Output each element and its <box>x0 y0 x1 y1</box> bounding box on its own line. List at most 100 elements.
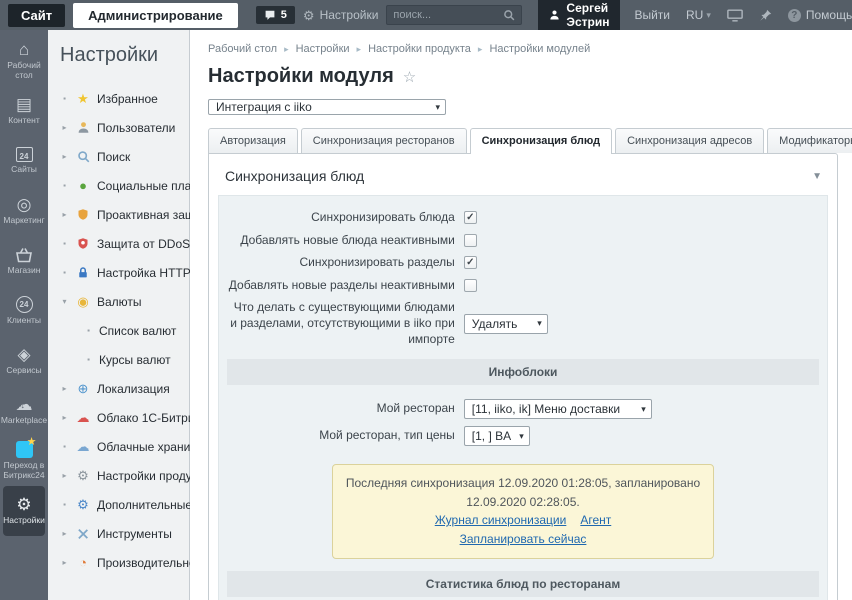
sidebar-item-ddos-protection[interactable]: ▪ Защита от DDoS <box>60 229 185 258</box>
missing-items-action-select[interactable]: Удалять ▾ <box>464 314 548 334</box>
target-icon: ◎ <box>17 196 32 213</box>
new-dishes-inactive-checkbox[interactable] <box>464 234 477 247</box>
rail-item-label: Сервисы <box>6 366 41 376</box>
tab-authorization[interactable]: Авторизация <box>208 128 298 153</box>
help-icon: ? <box>788 9 801 22</box>
shield-red-icon <box>75 237 91 250</box>
price-type-select[interactable]: [1, ] BASE ▾ <box>464 426 530 446</box>
sidebar-item-favorites[interactable]: ▪ ★ Избранное <box>60 84 185 113</box>
field-label: Что делать с существующими блюдами и раз… <box>227 300 464 347</box>
rail-item-desktop[interactable]: ⌂ Рабочий стол <box>0 36 48 86</box>
sidebar-item-label: Курсы валют <box>99 353 171 367</box>
breadcrumb-link[interactable]: Настройки модулей <box>489 43 590 55</box>
search-input[interactable] <box>393 9 503 21</box>
page-title: Настройки модуля <box>208 65 394 88</box>
hotkeys-icon[interactable] <box>727 9 743 22</box>
site-tab[interactable]: Сайт <box>8 4 65 27</box>
star-icon: ★ <box>75 92 91 105</box>
admin-tab[interactable]: Администрирование <box>73 3 238 28</box>
tab-modifiers[interactable]: Модификаторы <box>767 128 852 153</box>
bullet-marker: ▪ <box>60 94 69 103</box>
pin-panel-icon[interactable] <box>759 9 772 22</box>
rail-item-shop[interactable]: Магазин <box>0 236 48 286</box>
module-select[interactable]: Интеграция с iiko ▾ <box>208 99 446 115</box>
rail-item-sites[interactable]: 24 Сайты <box>0 136 48 186</box>
agent-link[interactable]: Агент <box>580 511 611 530</box>
collapse-chevron-icon[interactable]: ▼ <box>812 171 822 182</box>
sidebar-item-label: Список валют <box>99 324 176 338</box>
calendar-24-icon: 24 <box>16 147 33 162</box>
rail-item-bitrix24[interactable]: ★ Переход в Битрикс24 <box>0 436 48 486</box>
sidebar-item-search[interactable]: ▸ Поиск <box>60 142 185 171</box>
rail-item-services[interactable]: ◈ Сервисы <box>0 336 48 386</box>
user-menu[interactable]: Сергей Эстрин <box>538 0 620 33</box>
language-selector[interactable]: RU ▾ <box>686 8 711 22</box>
breadcrumb-link[interactable]: Настройки продукта <box>368 43 471 55</box>
select-value: Удалять <box>472 317 529 331</box>
chevron-right-icon: ▸ <box>357 44 362 55</box>
field-label: Добавлять новые блюда неактивными <box>227 233 464 249</box>
module-select-value: Интеграция с iiko <box>216 100 427 114</box>
sidebar-item-localization[interactable]: ▸ ⊕ Локализация <box>60 374 185 403</box>
rail-item-label: Marketplace <box>1 416 47 426</box>
bitrix24-icon: ★ <box>16 441 33 458</box>
sidebar-item-currency-list[interactable]: ▪ Список валют <box>60 316 185 345</box>
sync-dishes-checkbox[interactable] <box>464 211 477 224</box>
rail-item-content[interactable]: ▤ Контент <box>0 86 48 136</box>
gauge-icon: ◔ <box>75 556 91 569</box>
notifications-badge[interactable]: 5 <box>256 6 295 24</box>
sidebar-item-cloud-storage[interactable]: ▪ ☁ Облачные хранилища <box>60 432 185 461</box>
restaurant-select[interactable]: [11, iiko, ik] Меню доставки ▾ <box>464 399 652 419</box>
topbar: Сайт Администрирование 5 ⚙ Настройки Сер… <box>0 0 852 30</box>
sidebar-item-tools[interactable]: ▸ Инструменты <box>60 519 185 548</box>
logout-link[interactable]: Выйти <box>634 8 670 22</box>
circle-24-icon: 24 <box>16 296 33 313</box>
sidebar-item-performance[interactable]: ▸ ◔ Производительность <box>60 548 185 577</box>
tab-bar: Авторизация Синхронизация ресторанов Син… <box>208 128 838 153</box>
user-icon <box>75 121 91 134</box>
topbar-settings-link[interactable]: ⚙ Настройки <box>303 8 379 22</box>
bullet-marker: ▪ <box>60 442 69 451</box>
breadcrumb-link[interactable]: Рабочий стол <box>208 43 277 55</box>
sync-journal-link[interactable]: Журнал синхронизации <box>435 511 567 530</box>
expand-marker: ▸ <box>60 384 69 393</box>
rail-item-label: Рабочий стол <box>1 61 47 81</box>
tab-address-sync[interactable]: Синхронизация адресов <box>615 128 764 153</box>
sidebar-item-currency-rates[interactable]: ▪ Курсы валют <box>60 345 185 374</box>
rail-item-label: Контент <box>8 116 40 126</box>
sidebar-item-social-plugins[interactable]: ▪ ● Социальные плагины <box>60 171 185 200</box>
rail-item-marketing[interactable]: ◎ Маркетинг <box>0 186 48 236</box>
topbar-settings-label: Настройки <box>320 8 379 22</box>
sidebar-item-proactive-protection[interactable]: ▸ Проактивная защита <box>60 200 185 229</box>
language-value: RU <box>686 8 703 22</box>
schedule-now-link[interactable]: Запланировать сейчас <box>460 530 587 549</box>
rail-item-settings[interactable]: ⚙ Настройки <box>3 486 45 536</box>
form-row: Синхронизировать разделы <box>227 255 819 271</box>
rail-item-clients[interactable]: 24 Клиенты <box>0 286 48 336</box>
sidebar-item-users[interactable]: ▸ Пользователи <box>60 113 185 142</box>
search-icon[interactable] <box>503 9 515 21</box>
tab-restaurant-sync[interactable]: Синхронизация ресторанов <box>301 128 467 153</box>
rail-item-label: Клиенты <box>7 316 41 326</box>
favorite-star-icon[interactable]: ☆ <box>403 68 416 86</box>
sidebar-item-product-settings[interactable]: ▸ ⚙ Настройки продукта <box>60 461 185 490</box>
select-value: [11, iiko, ik] Меню доставки <box>472 402 633 416</box>
sidebar-item-additional-settings[interactable]: ▪ ⚙ Дополнительные настройки <box>60 490 185 519</box>
sidebar-item-label: Локализация <box>97 382 170 396</box>
sidebar-item-bitrix-cloud[interactable]: ▸ ☁ Облако 1С-Битрикс <box>60 403 185 432</box>
sync-sections-checkbox[interactable] <box>464 256 477 269</box>
sidebar-item-https-settings[interactable]: ▪ Настройка HTTPS <box>60 258 185 287</box>
bullet-marker: ▪ <box>60 239 69 248</box>
sidebar-title: Настройки <box>60 44 185 67</box>
tab-dish-sync[interactable]: Синхронизация блюд <box>470 128 613 154</box>
sidebar-item-currencies[interactable]: ▾ ◉ Валюты <box>60 287 185 316</box>
chevron-down-icon: ▾ <box>435 102 440 113</box>
new-sections-inactive-checkbox[interactable] <box>464 279 477 292</box>
field-label: Синхронизировать разделы <box>227 255 464 271</box>
breadcrumb-link[interactable]: Настройки <box>296 43 350 55</box>
rail-item-marketplace[interactable]: ☁↓ Marketplace <box>0 386 48 436</box>
expand-marker: ▸ <box>60 123 69 132</box>
help-link[interactable]: ? Помощь <box>788 8 852 22</box>
bullet-marker: ▪ <box>84 326 93 335</box>
expand-marker: ▸ <box>60 210 69 219</box>
